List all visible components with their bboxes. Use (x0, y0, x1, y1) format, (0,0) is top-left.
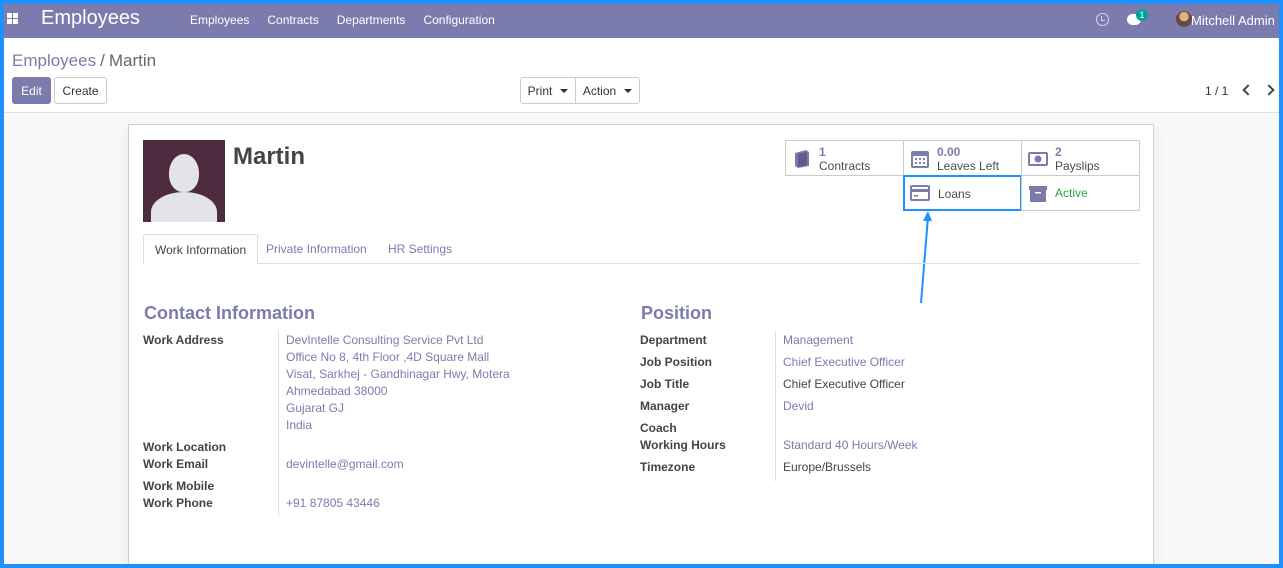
work-email-value[interactable]: devintelle@gmail.com (286, 457, 404, 471)
address-line: Ahmedabad 38000 (286, 384, 388, 398)
print-label: Print (527, 83, 553, 98)
leaves-value: 0.00 (937, 145, 961, 159)
user-name[interactable]: Mitchell Admin (1191, 13, 1275, 28)
work-email-label: Work Email (143, 457, 209, 471)
apps-menu-icon[interactable] (7, 13, 19, 25)
loans-smart-button[interactable]: Loans (903, 175, 1022, 211)
chevron-left-icon[interactable] (1242, 84, 1254, 96)
timezone-label: Timezone (640, 460, 696, 474)
department-label: Department (640, 333, 707, 347)
job-position-value[interactable]: Chief Executive Officer (783, 355, 905, 369)
address-line: India (286, 418, 313, 432)
payslips-label: Payslips (1055, 159, 1100, 173)
department-value[interactable]: Management (783, 333, 853, 347)
position-divider (775, 331, 776, 481)
app-title: Employees (41, 7, 140, 29)
calendar-icon (911, 151, 929, 168)
menu-employees[interactable]: Employees (190, 13, 249, 27)
payslips-smart-button[interactable]: 2 Payslips (1021, 140, 1140, 176)
job-title-label: Job Title (640, 377, 690, 391)
form-sheet: Martin 1 Contracts 0.00 Leaves Left 2 Pa… (128, 124, 1154, 564)
leaves-label: Leaves Left (937, 159, 1000, 173)
active-toggle-button[interactable]: Active (1021, 175, 1140, 211)
manager-label: Manager (640, 399, 690, 413)
activity-clock-icon[interactable] (1096, 13, 1109, 26)
contracts-label: Contracts (819, 159, 871, 173)
tab-work-information[interactable]: Work Information (143, 234, 259, 264)
caret-down-icon (624, 88, 633, 93)
tab-hr-settings[interactable]: HR Settings (377, 234, 463, 264)
caret-down-icon (560, 88, 569, 93)
menu-configuration[interactable]: Configuration (423, 13, 494, 27)
address-line: Gujarat GJ (286, 401, 345, 415)
contact-divider (278, 331, 279, 515)
work-location-label: Work Location (143, 440, 227, 454)
book-icon (795, 150, 809, 168)
active-label: Active (1055, 186, 1088, 200)
print-dropdown[interactable]: Print (520, 77, 576, 104)
edit-button[interactable]: Edit (12, 77, 51, 104)
manager-value[interactable]: Devid (783, 399, 814, 413)
working-hours-value[interactable]: Standard 40 Hours/Week (783, 438, 918, 452)
main-menu: Employees Contracts Departments Configur… (190, 13, 495, 27)
contracts-smart-button[interactable]: 1 Contracts (785, 140, 904, 176)
money-icon (1028, 152, 1048, 166)
position-section-title: Position (641, 303, 712, 323)
work-mobile-label: Work Mobile (143, 479, 215, 493)
chat-badge: 1 (1136, 9, 1148, 21)
loans-label: Loans (938, 187, 971, 201)
job-position-label: Job Position (640, 355, 712, 369)
action-dropdown[interactable]: Action (575, 77, 640, 104)
working-hours-label: Working Hours (640, 438, 726, 452)
breadcrumb: Employees / Martin (12, 51, 156, 71)
contact-section-title: Contact Information (144, 303, 315, 323)
contracts-count: 1 (819, 145, 826, 159)
employee-name: Martin (233, 143, 305, 170)
menu-departments[interactable]: Departments (337, 13, 406, 27)
work-phone-value[interactable]: +91 87805 43446 (286, 496, 380, 510)
timezone-value: Europe/Brussels (783, 460, 872, 474)
form-tabs: Work Information Private Information HR … (143, 234, 1139, 264)
work-address-label: Work Address (143, 333, 224, 347)
top-navbar: Employees Employees Contracts Department… (4, 4, 1279, 38)
address-line: Visat, Sarkhej - Gandhinagar Hwy, Motera (286, 367, 510, 381)
leaves-smart-button[interactable]: 0.00 Leaves Left (903, 140, 1022, 176)
user-avatar[interactable] (1176, 11, 1192, 27)
edit-button-label: Edit (21, 83, 42, 98)
work-phone-label: Work Phone (143, 496, 213, 510)
coach-label: Coach (640, 421, 677, 435)
credit-card-icon (910, 185, 930, 201)
employee-photo[interactable] (143, 140, 225, 222)
app-window: Employees Employees Contracts Department… (4, 4, 1279, 564)
create-button[interactable]: Create (54, 77, 107, 104)
menu-contracts[interactable]: Contracts (267, 13, 318, 27)
breadcrumb-separator: / (100, 51, 105, 70)
chevron-right-icon[interactable] (1263, 84, 1275, 96)
tab-private-information[interactable]: Private Information (255, 234, 378, 264)
pager-value[interactable]: 1 / 1 (1205, 84, 1228, 98)
breadcrumb-current: Martin (108, 51, 157, 70)
breadcrumb-parent[interactable]: Employees (12, 51, 96, 70)
address-line[interactable]: DevIntelle Consulting Service Pvt Ltd (286, 333, 483, 347)
payslips-count: 2 (1055, 145, 1062, 159)
create-button-label: Create (62, 83, 99, 98)
address-line: Office No 8, 4th Floor ,4D Square Mall (286, 350, 490, 364)
job-title-value: Chief Executive Officer (783, 377, 905, 391)
action-label: Action (582, 83, 617, 98)
archive-icon (1029, 186, 1047, 202)
